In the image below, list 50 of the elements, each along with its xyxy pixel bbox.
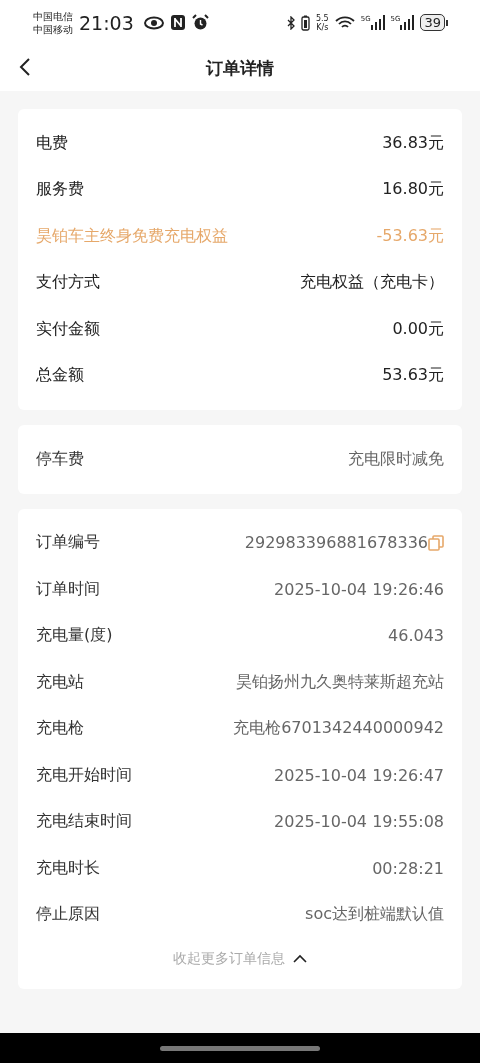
row-value: 充电枪6701342440000942: [233, 718, 444, 740]
battery-level: 39: [420, 14, 445, 31]
row-value: -53.63元: [376, 225, 444, 247]
row-value: 00:28:21: [372, 858, 444, 878]
collapse-toggle[interactable]: 收起更多订单信息: [169, 946, 311, 972]
row-value: 充电权益（充电卡）: [300, 272, 444, 294]
row-value: 2025-10-04 19:55:08: [274, 812, 444, 832]
row-value: 2025-10-04 19:26:46: [274, 579, 444, 599]
carrier-name: 中国电信: [33, 9, 73, 23]
row-label: 充电枪: [36, 718, 84, 740]
status-time: 21:03: [79, 11, 134, 34]
row-value: 昊铂扬州九久奥特莱斯超充站: [236, 671, 444, 693]
signal-icon: [400, 15, 415, 30]
battery-saver-icon: [300, 14, 310, 31]
row-label: 停止原因: [36, 904, 100, 926]
row-label: 服务费: [36, 179, 84, 201]
row-label: 电费: [36, 132, 68, 154]
wifi-icon: [334, 15, 355, 30]
row-value: 0.00元: [392, 318, 444, 340]
row-value: 充电限时减免: [348, 448, 444, 470]
row-label: 充电时长: [36, 857, 100, 879]
row-label: 支付方式: [36, 272, 100, 294]
row-value: 2025-10-04 19:26:47: [274, 765, 444, 785]
row-label: 总金额: [36, 365, 84, 387]
row-label: 充电量(度): [36, 625, 113, 647]
chevron-icon: [293, 954, 307, 964]
bluetooth-icon: [286, 15, 295, 30]
nfc-icon: [169, 14, 186, 31]
alarm-icon: [191, 14, 209, 31]
row-label: 订单时间: [36, 578, 100, 600]
row-label: 充电站: [36, 671, 84, 693]
row-label: 订单编号: [36, 532, 100, 554]
row-value: 292983396881678336: [244, 533, 428, 553]
row-label: 实付金额: [36, 318, 100, 340]
speed-unit: K/s: [316, 22, 329, 32]
row-label: 充电开始时间: [36, 764, 132, 786]
row-value: soc达到桩端默认值: [305, 904, 444, 926]
row-value: 53.63元: [382, 365, 444, 387]
row-value: 46.043: [388, 626, 444, 646]
row-label: 充电结束时间: [36, 811, 132, 833]
carrier-name: 中国移动: [33, 22, 73, 36]
row-value: 36.83元: [382, 132, 444, 154]
row-label: 停车费: [36, 448, 84, 470]
eye-icon: [143, 15, 164, 30]
row-label: 昊铂车主终身免费充电权益: [36, 225, 228, 247]
signal-icon: [370, 15, 385, 30]
network-speed: 5.5: [315, 13, 329, 23]
home-indicator[interactable]: [160, 1045, 320, 1051]
row-value: 16.80元: [382, 179, 444, 201]
page-title: 订单详情: [206, 56, 274, 80]
